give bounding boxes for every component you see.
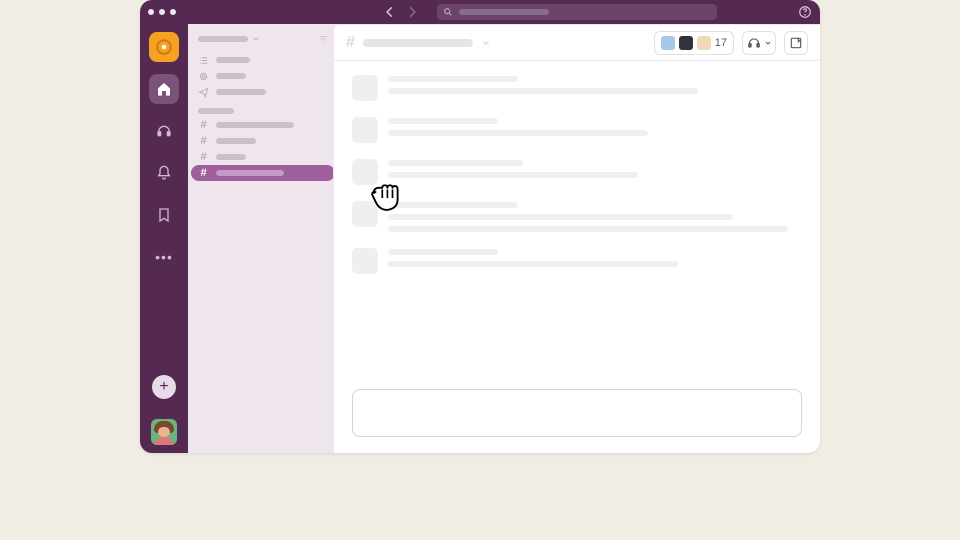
message[interactable] (352, 159, 802, 185)
send-icon (198, 87, 209, 98)
message[interactable] (352, 75, 802, 101)
user-avatar[interactable] (151, 419, 177, 445)
rail-bookmarks[interactable] (149, 200, 179, 230)
bookmark-icon (156, 207, 172, 223)
message-text-line (388, 76, 518, 82)
sidebar-nav-item[interactable] (188, 84, 338, 100)
message-avatar[interactable] (352, 248, 378, 274)
message-avatar[interactable] (352, 117, 378, 143)
message-body (388, 159, 802, 185)
message[interactable] (352, 201, 802, 232)
message-list (334, 61, 820, 385)
hash-icon: # (198, 136, 209, 147)
hash-icon: # (346, 34, 355, 52)
message[interactable] (352, 248, 802, 274)
home-icon (156, 81, 172, 97)
message-text-line (388, 214, 733, 220)
message-text-line (388, 88, 698, 94)
channel-pane: # 17 (333, 24, 820, 453)
message-text-line (388, 226, 788, 232)
canvas-button[interactable] (784, 31, 808, 55)
workspace-header[interactable] (188, 32, 338, 52)
chevron-down-icon (764, 39, 772, 47)
message-text-line (388, 130, 648, 136)
hash-icon: # (198, 120, 209, 131)
search-placeholder (459, 9, 549, 15)
channel-title[interactable] (363, 39, 473, 47)
sidebar: # # # # (188, 24, 338, 453)
member-avatar (661, 36, 675, 50)
message-text-line (388, 202, 518, 208)
help-icon[interactable] (798, 5, 812, 19)
list-icon (198, 55, 209, 66)
channel-item[interactable]: # (188, 117, 338, 133)
app-window: ••• + (140, 0, 820, 453)
message-avatar[interactable] (352, 75, 378, 101)
message-composer[interactable] (352, 389, 802, 437)
chevron-down-icon (252, 35, 260, 43)
forward-icon[interactable] (405, 5, 419, 19)
headphones-icon (747, 36, 761, 50)
message-body (388, 201, 802, 232)
member-count: 17 (715, 37, 727, 49)
message-text-line (388, 249, 498, 255)
bell-icon (156, 165, 172, 181)
message-avatar[interactable] (352, 159, 378, 185)
hash-icon: # (198, 152, 209, 163)
workspace-name (198, 36, 248, 42)
sidebar-section-header[interactable] (188, 100, 338, 117)
sidebar-nav-item[interactable] (188, 52, 338, 68)
chevron-down-icon[interactable] (481, 38, 491, 48)
message-avatar[interactable] (352, 201, 378, 227)
message-text-line (388, 172, 638, 178)
back-icon[interactable] (383, 5, 397, 19)
message-body (388, 117, 802, 143)
member-avatar (697, 36, 711, 50)
message-body (388, 248, 802, 274)
channel-header: # 17 (334, 25, 820, 61)
window-controls[interactable] (148, 9, 176, 15)
channel-item-selected[interactable]: # (191, 165, 335, 181)
sidebar-nav-item[interactable] (188, 68, 338, 84)
member-avatar (679, 36, 693, 50)
huddle-button[interactable] (742, 31, 776, 55)
member-count-button[interactable]: 17 (654, 31, 734, 55)
rail-dms[interactable] (149, 116, 179, 146)
canvas-icon (789, 36, 803, 50)
search-input[interactable] (437, 4, 717, 20)
rail-activity[interactable] (149, 158, 179, 188)
at-icon (198, 71, 209, 82)
message-text-line (388, 261, 678, 267)
titlebar (140, 0, 820, 24)
rail-home[interactable] (149, 74, 179, 104)
rail-more[interactable]: ••• (149, 242, 179, 272)
headset-icon (156, 123, 172, 139)
filter-icon[interactable] (318, 34, 328, 44)
channel-item[interactable]: # (188, 149, 338, 165)
compose-button[interactable]: + (152, 375, 176, 399)
hash-icon: # (198, 168, 209, 179)
workspace-icon (155, 38, 173, 56)
message-body (388, 75, 802, 101)
workspace-switcher[interactable] (149, 32, 179, 62)
message-text-line (388, 118, 498, 124)
nav-rail: ••• + (140, 24, 188, 453)
channel-item[interactable]: # (188, 133, 338, 149)
search-icon (443, 7, 453, 17)
message[interactable] (352, 117, 802, 143)
message-text-line (388, 160, 523, 166)
